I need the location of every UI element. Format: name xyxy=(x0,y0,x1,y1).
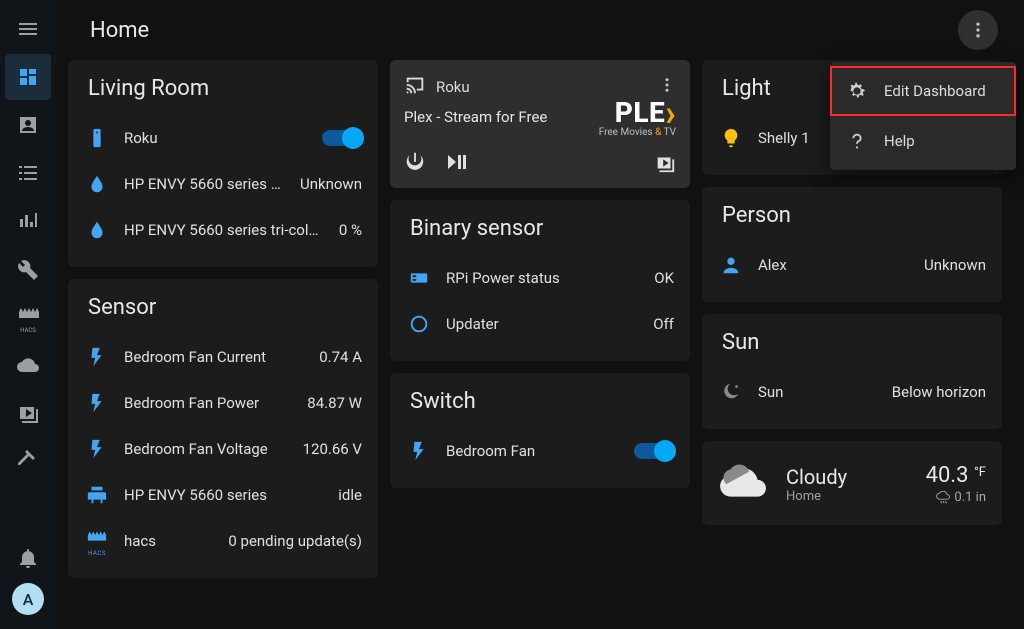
entity-value: 0 % xyxy=(339,221,362,239)
person-card: Person Alex Unknown xyxy=(702,187,1002,302)
entity-row[interactable]: Bedroom Fan Power 84.87 W xyxy=(84,380,362,426)
cast-icon xyxy=(404,74,426,100)
entity-value: 84.87 W xyxy=(307,394,362,412)
entity-value: idle xyxy=(338,486,362,504)
entity-label: Updater xyxy=(446,315,639,333)
lightbulb-icon xyxy=(718,127,744,149)
weather-card[interactable]: Cloudy Home 40.3 °F 0.1 in xyxy=(702,441,1002,525)
switch-card: Switch Bedroom Fan xyxy=(390,373,690,488)
entity-label: Sun xyxy=(758,383,878,401)
account-icon xyxy=(718,254,744,276)
nav-settings[interactable] xyxy=(5,438,51,484)
entity-row-roku[interactable]: Roku xyxy=(84,115,362,161)
living-room-card: Living Room Roku HP ENVY 5660 series bl…… xyxy=(68,60,378,267)
entity-value: OK xyxy=(654,269,674,287)
sensor-card: Sensor Bedroom Fan Current 0.74 A Bedroo… xyxy=(68,279,378,578)
nav-hacs[interactable]: HACS xyxy=(5,294,51,340)
weather-precip: 0.1 in xyxy=(926,490,986,505)
play-pause-button[interactable] xyxy=(444,150,468,178)
nav-history[interactable] xyxy=(5,198,51,244)
plex-logo: PLE› Free Movies & TV xyxy=(599,96,676,138)
header: Home xyxy=(56,0,1024,60)
entity-label: RPi Power status xyxy=(446,269,640,287)
entity-label: HP ENVY 5660 series bl… xyxy=(124,175,286,193)
entity-label: HP ENVY 5660 series xyxy=(124,486,324,504)
entity-value: Unknown xyxy=(924,256,986,274)
entity-row[interactable]: Bedroom Fan Voltage 120.66 V xyxy=(84,426,362,472)
entity-value: 120.66 V xyxy=(303,440,362,458)
menu-item-help[interactable]: Help xyxy=(830,116,1016,166)
hacs-store-icon: HACS xyxy=(84,525,110,557)
entity-label: Bedroom Fan Voltage xyxy=(124,440,289,458)
entity-label: Alex xyxy=(758,256,910,274)
raspberry-pi-icon xyxy=(406,267,432,289)
nav-logbook[interactable] xyxy=(5,150,51,196)
nav-devtools[interactable] xyxy=(5,246,51,292)
weather-condition: Cloudy xyxy=(786,465,847,489)
binary-sensor-card: Binary sensor RPi Power status OK Update… xyxy=(390,200,690,361)
entity-label: Bedroom Fan Current xyxy=(124,348,305,366)
menu-item-edit-dashboard[interactable]: Edit Dashboard xyxy=(830,66,1016,116)
entity-value: 0 pending update(s) xyxy=(228,532,362,550)
entity-row[interactable]: Alex Unknown xyxy=(718,242,986,288)
remote-icon xyxy=(84,127,110,149)
weather-temperature: 40.3 °F xyxy=(926,463,986,488)
menu-button[interactable] xyxy=(5,6,51,52)
toggle-switch[interactable] xyxy=(634,443,674,459)
circle-outline-icon xyxy=(406,313,432,335)
menu-item-label: Edit Dashboard xyxy=(884,82,986,100)
card-title: Binary sensor xyxy=(406,216,674,241)
nav-media[interactable] xyxy=(5,390,51,436)
moon-icon xyxy=(718,381,744,403)
weather-cloudy-icon xyxy=(718,457,768,511)
entity-label: hacs xyxy=(124,532,214,550)
nav-notifications[interactable] xyxy=(5,535,51,581)
entity-label: Bedroom Fan xyxy=(446,442,620,460)
water-drop-icon xyxy=(84,173,110,195)
flash-icon xyxy=(84,346,110,368)
entity-label: Bedroom Fan Power xyxy=(124,394,293,412)
entity-value: 0.74 A xyxy=(319,348,362,366)
card-title: Switch xyxy=(406,389,674,414)
entity-value: Below horizon xyxy=(892,383,986,401)
entity-row-ink-black[interactable]: HP ENVY 5660 series bl… Unknown xyxy=(84,161,362,207)
power-button[interactable] xyxy=(404,150,426,178)
water-drop-icon xyxy=(84,219,110,241)
toggle-switch[interactable] xyxy=(322,130,362,146)
card-title: Person xyxy=(718,203,986,228)
overflow-menu: Edit Dashboard Help xyxy=(830,62,1016,170)
entity-value: Off xyxy=(653,315,674,333)
media-device: Roku xyxy=(436,78,470,96)
entity-row[interactable]: Updater Off xyxy=(406,301,674,347)
media-player-card[interactable]: Roku Plex - Stream for Free PLE› Free Mo… xyxy=(390,60,690,188)
entity-row[interactable]: HACS hacs 0 pending update(s) xyxy=(84,518,362,564)
overflow-menu-button[interactable] xyxy=(958,10,998,50)
media-browser-button[interactable] xyxy=(654,152,676,178)
sun-card: Sun Sun Below horizon xyxy=(702,314,1002,429)
entity-row[interactable]: Bedroom Fan Current 0.74 A xyxy=(84,334,362,380)
printer-icon xyxy=(84,484,110,506)
flash-icon xyxy=(84,438,110,460)
flash-icon xyxy=(84,392,110,414)
card-title: Sun xyxy=(718,330,986,355)
sidebar-nav: HACS A xyxy=(0,0,56,629)
card-title: Sensor xyxy=(84,295,362,320)
entity-row[interactable]: Bedroom Fan xyxy=(406,428,674,474)
flash-icon xyxy=(406,440,432,462)
entity-row-ink-color[interactable]: HP ENVY 5660 series tri-colo… 0 % xyxy=(84,207,362,253)
entity-label: Roku xyxy=(124,129,308,147)
entity-row[interactable]: RPi Power status OK xyxy=(406,255,674,301)
nav-people[interactable] xyxy=(5,102,51,148)
nav-cloud[interactable] xyxy=(5,342,51,388)
card-title: Living Room xyxy=(84,76,362,101)
entity-row[interactable]: HP ENVY 5660 series idle xyxy=(84,472,362,518)
menu-item-label: Help xyxy=(884,132,915,150)
entity-label: HP ENVY 5660 series tri-colo… xyxy=(124,221,325,239)
entity-row[interactable]: Sun Below horizon xyxy=(718,369,986,415)
page-title: Home xyxy=(90,18,958,43)
nav-overview[interactable] xyxy=(5,54,51,100)
weather-location: Home xyxy=(786,489,847,504)
entity-value: Unknown xyxy=(300,175,362,193)
nav-user-avatar[interactable]: A xyxy=(12,583,44,615)
